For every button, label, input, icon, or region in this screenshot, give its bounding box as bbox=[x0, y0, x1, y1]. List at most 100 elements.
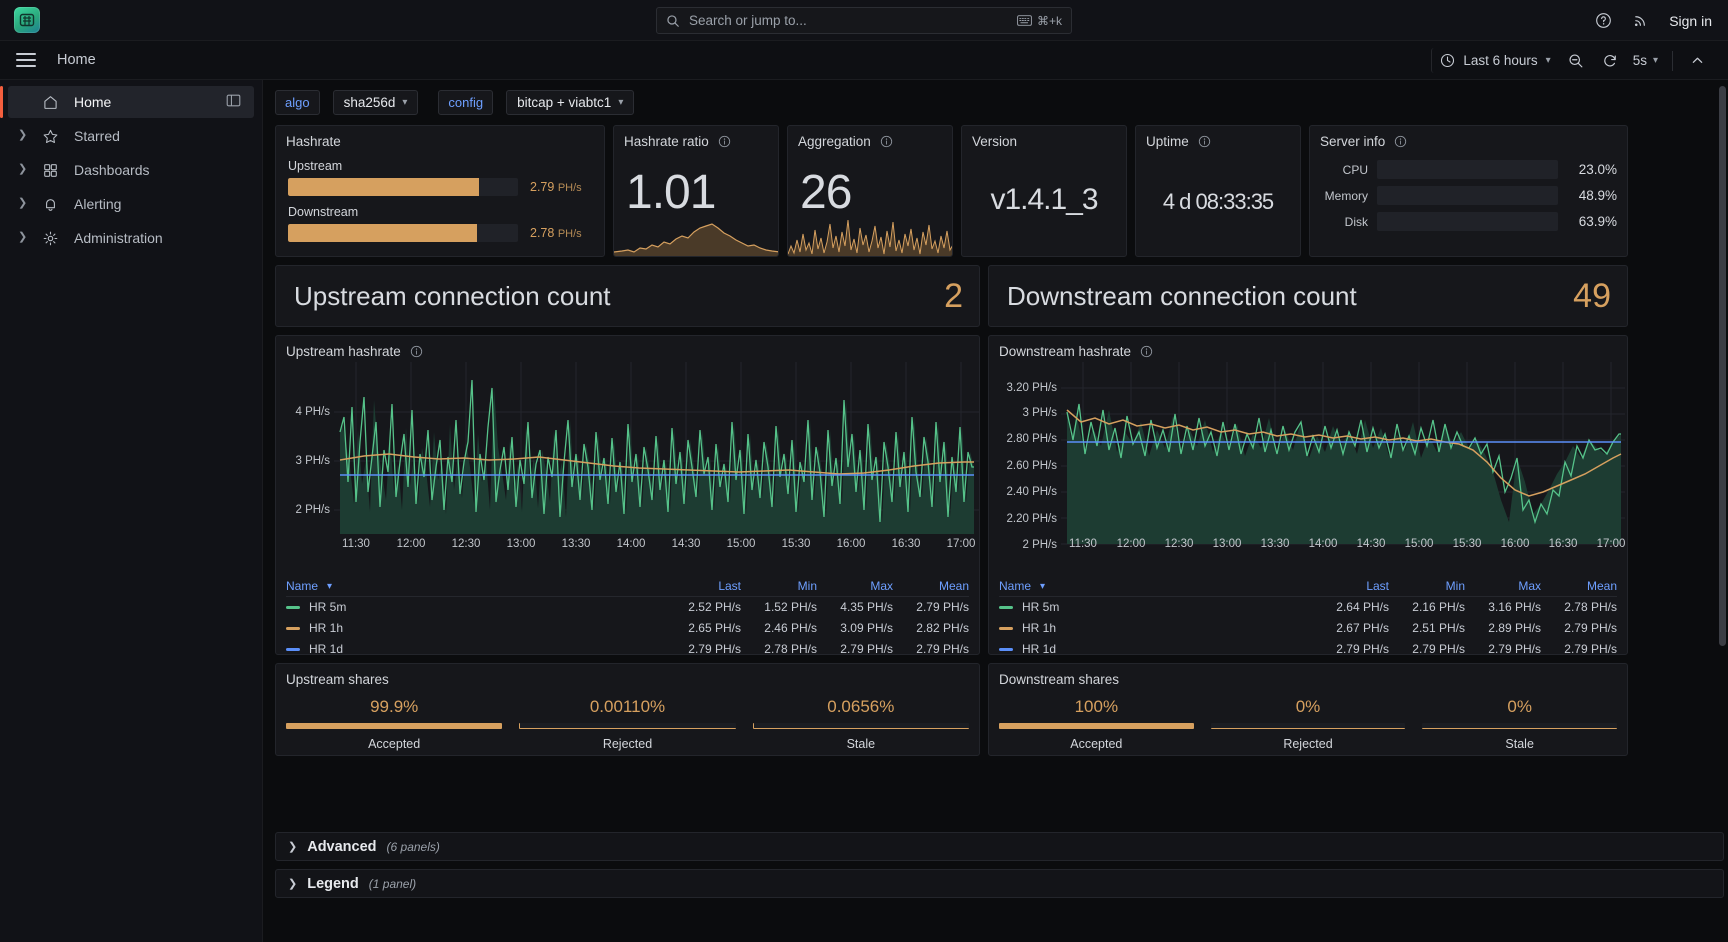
sidebar-item-home[interactable]: Home bbox=[0, 86, 254, 118]
x-tick-label: 12:00 bbox=[396, 538, 426, 550]
chevron-right-icon[interactable]: ❯ bbox=[18, 130, 27, 141]
legend-series-name[interactable]: HR 1d bbox=[999, 642, 1313, 654]
info-icon[interactable] bbox=[1394, 135, 1407, 148]
series-color-swatch bbox=[999, 605, 1013, 609]
chevron-right-icon[interactable]: ❯ bbox=[18, 164, 27, 175]
connection-counts-row: Upstream connection count 2 Downstream c… bbox=[275, 265, 1720, 327]
legend-column-min[interactable]: Min bbox=[741, 579, 817, 593]
variable-value: sha256d bbox=[343, 94, 396, 110]
legend-row[interactable]: HR 1d 2.79 PH/s 2.78 PH/s 2.79 PH/s 2.79… bbox=[286, 642, 969, 655]
x-tick-label: 14:30 bbox=[671, 538, 701, 550]
legend-value-max: 2.79 PH/s bbox=[840, 642, 893, 655]
x-tick-label: 11:30 bbox=[342, 538, 370, 550]
panel-title: Downstream hashrate bbox=[999, 344, 1132, 359]
zoom-out-icon[interactable] bbox=[1559, 48, 1593, 74]
sidebar-item-starred[interactable]: ❯ Starred bbox=[8, 120, 254, 152]
time-range-picker[interactable]: Last 6 hours ▾ bbox=[1431, 48, 1558, 73]
legend-column-max[interactable]: Max bbox=[817, 579, 893, 593]
x-tick-label: 14:00 bbox=[1308, 538, 1338, 550]
top-bar-actions: Sign in bbox=[1595, 0, 1712, 41]
bar-fill bbox=[286, 723, 503, 729]
legend-series-name[interactable]: HR 1h bbox=[999, 621, 1313, 635]
legend-column-mean[interactable]: Mean bbox=[893, 579, 969, 593]
help-circle-icon[interactable] bbox=[1595, 12, 1612, 29]
legend-column-mean[interactable]: Mean bbox=[1541, 579, 1617, 593]
collapsed-row-legend[interactable]: ❯ Legend (1 panel) bbox=[275, 869, 1724, 898]
chevron-right-icon: ❯ bbox=[288, 841, 298, 853]
downstream-hashrate-plot[interactable]: 3.20 PH/s 3 PH/s 2.80 PH/s 2.60 PH/s 2.4… bbox=[989, 362, 1627, 581]
y-tick-label: 3 PH/s bbox=[295, 455, 330, 467]
refresh-interval-picker[interactable]: 5s ▾ bbox=[1627, 48, 1664, 73]
variable-algo-select[interactable]: sha256d ▾ bbox=[332, 89, 419, 115]
chevron-down-icon: ▾ bbox=[1652, 55, 1658, 66]
legend-row[interactable]: HR 1h 2.65 PH/s 2.46 PH/s 3.09 PH/s 2.82… bbox=[286, 621, 969, 635]
collapsed-row-advanced[interactable]: ❯ Advanced (6 panels) bbox=[275, 832, 1724, 861]
info-icon[interactable] bbox=[410, 345, 423, 358]
panel-title-row: Uptime bbox=[1136, 126, 1300, 149]
breadcrumb[interactable]: Home bbox=[57, 52, 96, 68]
legend-series-name[interactable]: HR 5m bbox=[286, 600, 665, 614]
active-accent-bar bbox=[0, 86, 3, 118]
legend-value-max: 2.79 PH/s bbox=[1488, 642, 1541, 655]
panel-title: Upstream hashrate bbox=[286, 344, 401, 359]
share-cell-accepted: 99.9% Accepted bbox=[286, 697, 503, 751]
gear-icon bbox=[40, 230, 60, 247]
sidebar-item-alerting[interactable]: ❯ Alerting bbox=[8, 188, 254, 220]
sparkline-hashrate-ratio bbox=[614, 212, 778, 256]
info-icon[interactable] bbox=[880, 135, 893, 148]
panel-uptime: Uptime 4 d 08:33:35 bbox=[1135, 125, 1301, 257]
info-icon[interactable] bbox=[1198, 135, 1211, 148]
legend-column-last[interactable]: Last bbox=[665, 579, 741, 593]
legend-series-name[interactable]: HR 5m bbox=[999, 600, 1313, 614]
legend-row[interactable]: HR 1h 2.67 PH/s 2.51 PH/s 2.89 PH/s 2.79… bbox=[999, 621, 1617, 635]
grafana-dashboard-app: Search or jump to... ⌘+k Sign in Home La… bbox=[0, 0, 1728, 942]
upstream-hashrate-plot[interactable]: 4 PH/s 3 PH/s 2 PH/s 11:30 12:00 12:30 1… bbox=[276, 362, 979, 581]
y-tick-label: 2.60 PH/s bbox=[1006, 460, 1058, 472]
stat-value: 49 bbox=[1573, 276, 1611, 315]
legend-series-name[interactable]: HR 1h bbox=[286, 621, 665, 635]
chevron-right-icon[interactable]: ❯ bbox=[18, 232, 27, 243]
legend-column-min[interactable]: Min bbox=[1389, 579, 1465, 593]
legend-row[interactable]: HR 5m 2.64 PH/s 2.16 PH/s 3.16 PH/s 2.78… bbox=[999, 600, 1617, 614]
top-bar: Search or jump to... ⌘+k Sign in bbox=[0, 0, 1728, 41]
series-color-swatch bbox=[999, 626, 1013, 630]
sidebar-item-dashboards[interactable]: ❯ Dashboards bbox=[8, 154, 254, 186]
grafana-logo-icon[interactable] bbox=[14, 7, 40, 33]
hashrate-charts-row: Upstream hashrate 4 PH/s 3 PH/s 2 PH/s 1… bbox=[275, 335, 1720, 655]
dashboards-grid-icon bbox=[40, 162, 60, 179]
search-input[interactable]: Search or jump to... ⌘+k bbox=[656, 7, 1072, 34]
info-icon[interactable] bbox=[718, 135, 731, 148]
chevron-down-icon: ▾ bbox=[618, 96, 624, 108]
y-tick-label: 3 PH/s bbox=[1022, 407, 1057, 419]
legend-row[interactable]: HR 1d 2.79 PH/s 2.79 PH/s 2.79 PH/s 2.79… bbox=[999, 642, 1617, 655]
keyboard-icon bbox=[1017, 15, 1032, 26]
chevron-up-icon[interactable] bbox=[1681, 48, 1714, 73]
legend-column-max[interactable]: Max bbox=[1465, 579, 1541, 593]
hashrate-value: 2.78 PH/s bbox=[530, 226, 592, 240]
vertical-scrollbar[interactable] bbox=[1719, 86, 1726, 646]
rss-icon[interactable] bbox=[1632, 12, 1649, 29]
bar-fill bbox=[288, 224, 477, 242]
variable-config-select[interactable]: bitcap + viabtc1 ▾ bbox=[506, 89, 635, 115]
legend-column-name[interactable]: Name ▾ bbox=[286, 579, 665, 593]
legend-column-name[interactable]: Name ▾ bbox=[999, 579, 1313, 593]
legend-value-mean: 2.78 PH/s bbox=[1564, 600, 1617, 614]
bell-icon bbox=[40, 196, 60, 213]
server-info-row-disk: Disk 63.9% bbox=[1310, 212, 1627, 231]
legend-column-last[interactable]: Last bbox=[1313, 579, 1389, 593]
legend-series-name[interactable]: HR 1d bbox=[286, 642, 665, 654]
refresh-icon[interactable] bbox=[1593, 48, 1627, 74]
chevron-right-icon[interactable]: ❯ bbox=[18, 198, 27, 209]
dock-panel-icon[interactable] bbox=[225, 92, 242, 112]
panel-title-row: Aggregation bbox=[788, 126, 952, 149]
x-tick-label: 12:30 bbox=[1164, 538, 1194, 550]
sign-in-button[interactable]: Sign in bbox=[1669, 13, 1712, 29]
sidebar-item-administration[interactable]: ❯ Administration bbox=[8, 222, 254, 254]
info-icon[interactable] bbox=[1140, 345, 1153, 358]
legend-row[interactable]: HR 5m 2.52 PH/s 1.52 PH/s 4.35 PH/s 2.79… bbox=[286, 600, 969, 614]
x-tick-label: 13:30 bbox=[1260, 538, 1290, 550]
panel-title-row: Downstream hashrate bbox=[989, 336, 1627, 359]
dashboard-canvas: algo sha256d ▾ config bitcap + viabtc1 ▾… bbox=[263, 80, 1728, 942]
menu-toggle-button[interactable] bbox=[16, 53, 36, 67]
shares-row: Upstream shares 99.9% Accepted 0.00110% … bbox=[275, 663, 1720, 756]
